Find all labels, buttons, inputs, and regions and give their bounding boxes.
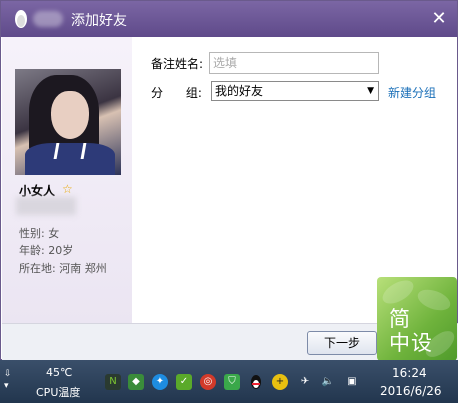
clock-date[interactable]: 2016/6/26 [380, 384, 442, 398]
check-icon[interactable]: ✓ [176, 374, 192, 390]
gender-info: 性别: 女 [19, 227, 60, 240]
safari-icon[interactable]: ✦ [152, 374, 168, 390]
clock-time[interactable]: 16:24 [392, 366, 427, 380]
tray-expand-icon[interactable]: ⇩ ▾ [4, 368, 12, 392]
nvidia-gpu-icon[interactable]: ◆ [128, 374, 144, 390]
close-button[interactable]: ✕ [429, 9, 449, 29]
new-group-link[interactable]: 新建分组 [388, 84, 436, 101]
avatar [15, 69, 121, 175]
taskbar: ⇩ ▾ 45℃ CPU温度 N ◆ ✦ ✓ ◎ ⛉ + ✈ 🔈 ▣ 16:24 2… [0, 360, 458, 403]
title-blur [33, 11, 63, 27]
age-info: 年龄: 20岁 [19, 244, 74, 257]
nvidia-icon[interactable]: N [105, 374, 121, 390]
next-button[interactable]: 下一步 [307, 331, 377, 355]
network-icon[interactable]: ✈ [297, 374, 313, 390]
watermark-logo: 简 中设 [377, 277, 457, 361]
temperature: 45℃ [46, 366, 73, 379]
group-selected-value: 我的好友 [215, 84, 264, 98]
shield-icon[interactable]: ⛉ [224, 374, 240, 390]
window-title: 添加好友 [71, 13, 127, 29]
watermark-text: 简 中设 [389, 307, 433, 355]
title-bar[interactable]: 添加好友 ✕ [1, 1, 457, 37]
star-icon: ☆ [62, 182, 73, 196]
remark-label: 备注姓名: [151, 57, 204, 71]
qq-icon[interactable] [248, 374, 264, 390]
netease-music-icon[interactable]: ◎ [200, 374, 216, 390]
remark-input[interactable] [209, 52, 379, 74]
location-info: 所在地: 河南 郑州 [19, 262, 107, 275]
cpu-label: CPU温度 [36, 386, 81, 399]
group-label: 分 组: [151, 86, 202, 100]
volume-icon[interactable]: 🔈 [320, 374, 336, 390]
chevron-down-icon: ▼ [367, 86, 374, 96]
group-select[interactable]: 我的好友 ▼ [211, 81, 379, 101]
plus-icon[interactable]: + [272, 374, 288, 390]
profile-panel: 小女人 ☆ 性别: 女 年龄: 20岁 所在地: 河南 郑州 [2, 37, 132, 323]
blurred-info [16, 197, 76, 215]
qq-penguin-icon [15, 10, 27, 28]
computer-icon[interactable]: ▣ [344, 374, 360, 390]
